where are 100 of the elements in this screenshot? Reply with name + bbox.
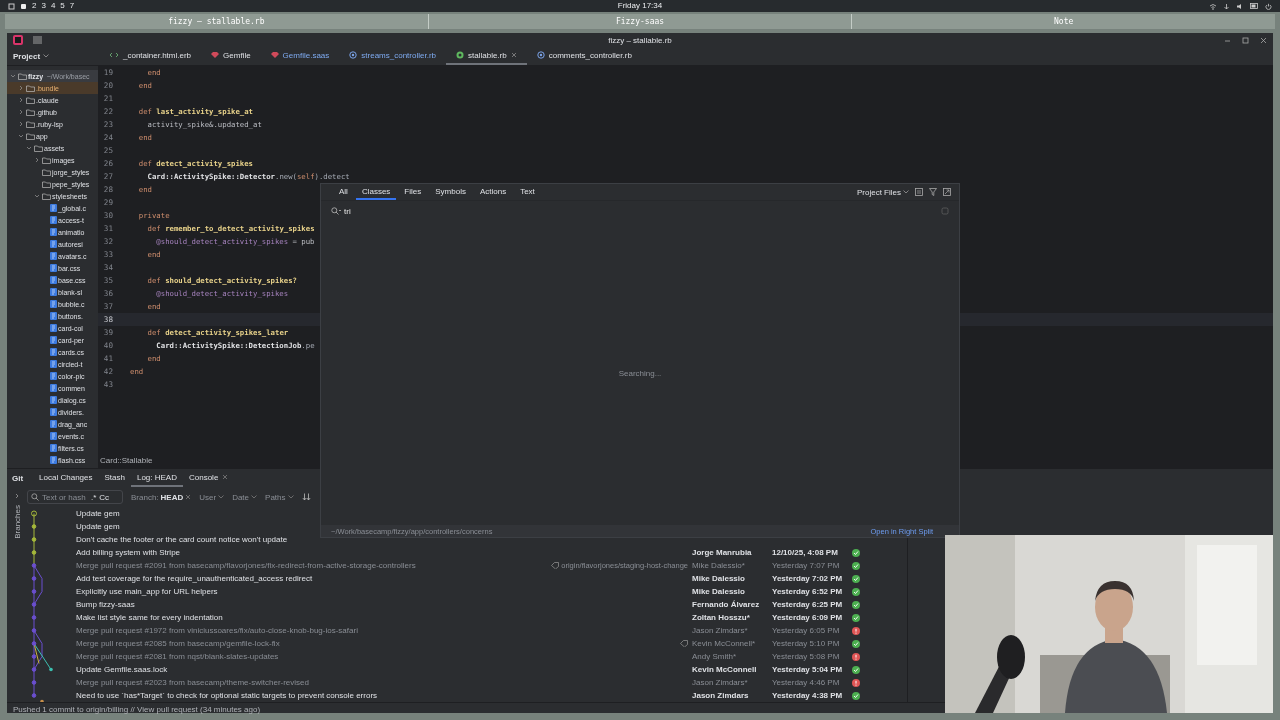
workspace-number[interactable]: 7 [69, 1, 75, 11]
date-text: Yesterday 7:02 PM [772, 574, 843, 583]
clock-text: Friday 17:34 [617, 1, 663, 11]
match-case-toggle[interactable]: Cc [99, 492, 110, 502]
date-text: Yesterday 4:46 PM [772, 678, 840, 687]
search-field[interactable]: tri [344, 206, 404, 216]
regex-toggle[interactable]: .* [91, 492, 97, 502]
panel-tab[interactable]: Stash [98, 469, 131, 487]
chevron-down-icon [34, 193, 40, 199]
panel-tab[interactable]: Log: HEAD [130, 469, 183, 487]
date-text: Yesterday 6:05 PM [772, 626, 840, 635]
close-icon[interactable] [185, 494, 192, 500]
commit-message[interactable]: Explicitly use main_app for URL helpers [76, 587, 496, 596]
chevron-right-icon[interactable] [14, 493, 20, 499]
chevron-down-icon [10, 73, 16, 79]
popup-tab[interactable]: Classes [355, 184, 397, 200]
arrow-icon [1223, 2, 1230, 10]
filter-icon[interactable] [929, 188, 937, 196]
date-text: Yesterday 4:38 PM [772, 691, 843, 700]
date-text: Yesterday 5:04 PM [772, 665, 843, 674]
author-text: Mike Dalessio [692, 587, 745, 596]
author-text: Zoltan Hosszu* [692, 613, 750, 622]
workspace-number[interactable]: 3 [41, 1, 46, 11]
commit-message[interactable]: Make list style same for every indentation [76, 613, 496, 622]
editor-tab[interactable]: streams_controller.rb [339, 47, 446, 65]
battery-icon [1250, 3, 1259, 9]
filter-dropdown[interactable]: Date [232, 492, 258, 502]
commit-message[interactable]: Need to use `has*Target` to check for optional static targets to prevent console errors [76, 691, 496, 700]
loading-text: Searching... [618, 368, 662, 378]
expand-icon[interactable] [943, 188, 951, 196]
commit-message[interactable]: Merge pull request #2081 from nqst/blank-slates-updates [76, 652, 496, 661]
author-text: Jorge Manrubia [692, 548, 752, 557]
popup-tab[interactable]: Symbols [429, 184, 472, 200]
date-text: Yesterday 7:07 PM [772, 561, 840, 570]
window-title: Fizzy-saas [615, 17, 665, 26]
popup-tab[interactable]: All [333, 184, 354, 200]
commit-message[interactable]: Bump fizzy-saas [76, 600, 496, 609]
search-icon[interactable] [331, 207, 341, 215]
popup-tab[interactable]: Files [398, 184, 428, 200]
date-text: Yesterday 5:08 PM [772, 652, 840, 661]
editor-tab[interactable]: _container.html.erb [99, 47, 202, 65]
search-field[interactable]: Text or hash .* Cc [27, 490, 123, 504]
power-icon[interactable] [1265, 2, 1272, 10]
workspace-number[interactable]: 4 [50, 1, 56, 11]
chevron-right-icon [34, 157, 40, 163]
author-text: Mike Dalessio* [692, 561, 745, 570]
breadcrumb[interactable]: Card::Stallable [98, 456, 153, 468]
editor-tab[interactable]: Gemfile [201, 47, 261, 65]
chevron-down-icon [251, 495, 258, 499]
author-text: Jason Zimdars* [692, 626, 748, 635]
author-text: Kevin McConnell [692, 665, 757, 674]
panel-tab[interactable]: Local Changes [33, 469, 99, 487]
close-icon[interactable] [510, 52, 517, 58]
workspace-number[interactable]: 2 [32, 1, 37, 11]
panel-tab[interactable]: Console [183, 469, 235, 487]
filter-dropdown[interactable]: User [199, 492, 225, 502]
branch-filter[interactable]: Branch: HEAD [131, 492, 192, 502]
author-text: Jason Zimdars [692, 691, 749, 700]
commit-message[interactable]: Merge pull request #2091 from basecamp/flavorjones/fix-redirect-from-active-storage-controllers [76, 561, 496, 570]
date-text: Yesterday 6:52 PM [772, 587, 843, 596]
date-text: Yesterday 6:09 PM [772, 613, 843, 622]
commit-message[interactable]: Don't cache the footer or the card count notice won't update [76, 535, 496, 544]
chevron-down-icon [287, 495, 294, 499]
workspace-number[interactable]: 5 [60, 1, 65, 11]
app-logo-icon[interactable] [13, 35, 23, 45]
sort-icon[interactable] [301, 493, 311, 501]
close-icon[interactable] [1260, 36, 1267, 44]
author-text: Kevin McConnell* [692, 639, 756, 648]
commit-message[interactable]: Update Gemfile.saas.lock [76, 665, 496, 674]
chevron-down-icon [43, 54, 50, 58]
popup-tab[interactable]: Actions [473, 184, 513, 200]
close-icon[interactable] [222, 474, 229, 480]
speaker-icon [1236, 2, 1244, 10]
panel-title: Git [12, 473, 24, 483]
window-title: fizzy – stallable.rb [168, 17, 265, 26]
maximize-icon[interactable] [1242, 36, 1249, 44]
commit-message[interactable]: Merge pull request #2085 from basecamp/gemfile-lock-fix [76, 639, 496, 648]
author-text: Andy Smith* [692, 652, 737, 661]
search-icon [31, 493, 39, 501]
window-title: fizzy – stallable.rb [608, 35, 672, 45]
popup-tab[interactable]: Text [514, 184, 541, 200]
commit-message[interactable]: Merge pull request #2023 from basecamp/theme-switcher-revised [76, 678, 496, 687]
date-text: Yesterday 6:25 PM [772, 600, 843, 609]
editor-tab[interactable]: Gemfile.saas [260, 47, 340, 65]
editor-tab[interactable]: comments_controller.rb [526, 47, 642, 65]
commit-message[interactable]: Add billing system with Stripe [76, 548, 496, 557]
chevron-down-icon [218, 495, 225, 499]
branches-tab[interactable]: Branches [12, 505, 22, 539]
wifi-icon [1209, 2, 1217, 10]
author-text: Jason Zimdars* [692, 678, 748, 687]
chevron-down-icon [903, 190, 909, 194]
commit-message[interactable]: Merge pull request #1972 from viniciussoares/fix/auto-close-knob-bug-ios-safari [76, 626, 496, 635]
project-dropdown[interactable]: Project [7, 47, 93, 65]
filter-dropdown[interactable]: Paths [265, 492, 294, 502]
date-text: 12/10/25, 4:08 PM [772, 548, 838, 557]
commit-message[interactable]: Add test coverage for the require_unauthenticated_access redirect [76, 574, 496, 583]
date-text: Yesterday 5:10 PM [772, 639, 840, 648]
scope-dropdown[interactable]: Project Files [857, 187, 909, 197]
author-text: Fernando Álvarez [692, 600, 760, 609]
preview-icon[interactable] [915, 188, 923, 196]
